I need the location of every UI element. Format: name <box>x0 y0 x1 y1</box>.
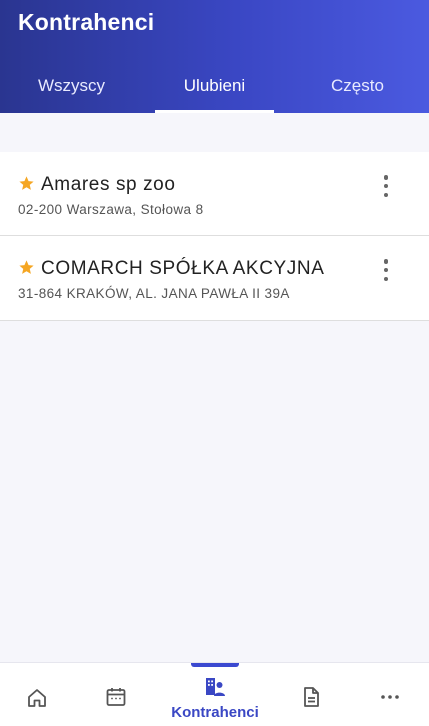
contractor-name: COMARCH SPÓŁKA AKCYJNA <box>41 258 325 279</box>
star-icon[interactable] <box>18 175 35 192</box>
contractor-list: Amares sp zoo 02-200 Warszawa, Stołowa 8… <box>0 152 429 321</box>
list-item[interactable]: Amares sp zoo 02-200 Warszawa, Stołowa 8 <box>0 152 429 236</box>
nav-calendar[interactable] <box>81 663 151 726</box>
nav-documents[interactable] <box>276 663 346 726</box>
contractor-name: Amares sp zoo <box>41 174 176 195</box>
tab-czesto[interactable]: Często <box>286 64 429 113</box>
tab-wszyscy[interactable]: Wszyscy <box>0 64 143 113</box>
tab-ulubieni[interactable]: Ulubieni <box>143 64 286 113</box>
tab-label: Ulubieni <box>183 76 246 95</box>
home-icon <box>28 689 46 707</box>
more-horizontal-icon <box>381 695 399 699</box>
contractor-address: 31-864 KRAKÓW, AL. JANA PAWŁA II 39A <box>18 286 290 301</box>
app-header: Kontrahenci Wszyscy Ulubieni Często <box>0 0 429 113</box>
tab-label: Często <box>331 76 384 95</box>
tab-label: Wszyscy <box>37 76 106 95</box>
contractor-address: 02-200 Warszawa, Stołowa 8 <box>18 202 204 217</box>
calendar-icon <box>106 688 126 706</box>
document-icon <box>304 687 319 707</box>
nav-more[interactable] <box>355 663 425 726</box>
more-vertical-icon[interactable] <box>376 256 396 284</box>
bottom-navigation: Kontrahenci <box>0 662 429 726</box>
list-item[interactable]: COMARCH SPÓŁKA AKCYJNA 31-864 KRAKÓW, AL… <box>0 236 429 321</box>
star-icon[interactable] <box>18 259 35 276</box>
nav-contractors[interactable]: Kontrahenci <box>171 663 259 726</box>
nav-home[interactable] <box>2 663 72 726</box>
more-vertical-icon[interactable] <box>376 172 396 200</box>
page-title: Kontrahenci <box>18 9 155 35</box>
tab-bar: Wszyscy Ulubieni Często <box>0 64 429 113</box>
contractors-icon <box>206 678 225 696</box>
nav-label: Kontrahenci <box>171 704 259 721</box>
